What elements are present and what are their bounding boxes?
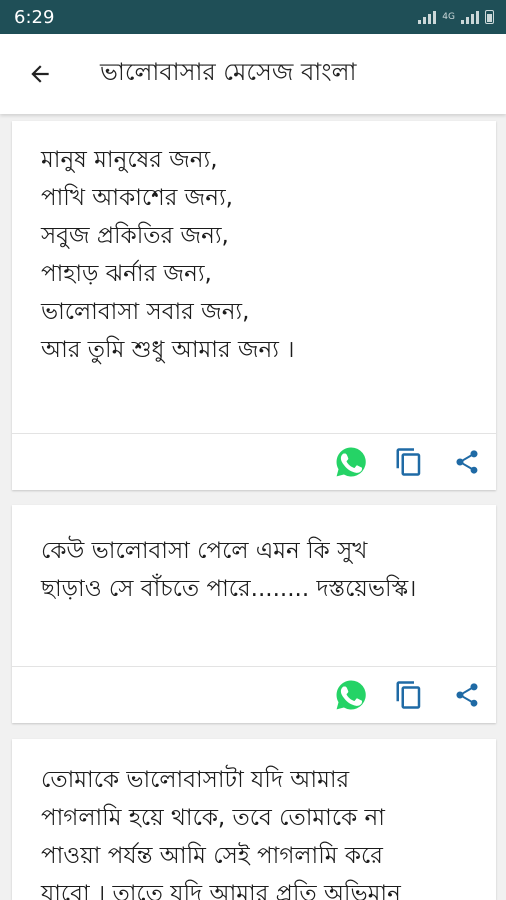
whatsapp-button[interactable] (322, 667, 380, 723)
share-button[interactable] (438, 667, 496, 723)
whatsapp-button[interactable] (322, 434, 380, 490)
signal-icon (418, 10, 437, 24)
status-time: 6:29 (14, 6, 55, 28)
share-icon (456, 683, 478, 707)
copy-icon (396, 448, 421, 476)
message-card: মানুষ মানুষের জন্য, পাখি আকাশের জন্য, সব… (12, 121, 496, 490)
message-text: মানুষ মানুষের জন্য, পাখি আকাশের জন্য, সব… (41, 147, 295, 363)
copy-button[interactable] (380, 434, 438, 490)
message-text: কেউ ভালোবাসা পেলে এমন কি সুখ ছাড়াও সে ব… (41, 538, 417, 602)
battery-icon (485, 10, 494, 24)
status-icons: 4G (418, 10, 494, 24)
copy-button[interactable] (380, 667, 438, 723)
status-bar: 6:29 4G (0, 0, 506, 34)
card-actions (322, 667, 496, 723)
back-button[interactable] (10, 44, 70, 104)
page-title: ভালোবাসার মেসেজ বাংলা (100, 58, 357, 86)
share-icon (456, 450, 478, 474)
copy-icon (396, 681, 421, 709)
share-button[interactable] (438, 434, 496, 490)
card-actions (322, 434, 496, 490)
signal-icon-secondary (461, 10, 479, 24)
message-text: তোমাকে ভালোবাসাটা যদি আমার পাগলামি হয়ে … (41, 767, 401, 900)
whatsapp-icon (336, 447, 366, 477)
network-type: 4G (442, 11, 455, 22)
whatsapp-icon (336, 680, 366, 710)
app-bar: ভালোবাসার মেসেজ বাংলা (0, 34, 506, 114)
arrow-back-icon (31, 65, 49, 83)
message-card: কেউ ভালোবাসা পেলে এমন কি সুখ ছাড়াও সে ব… (12, 505, 496, 723)
message-card: তোমাকে ভালোবাসাটা যদি আমার পাগলামি হয়ে … (12, 739, 496, 900)
